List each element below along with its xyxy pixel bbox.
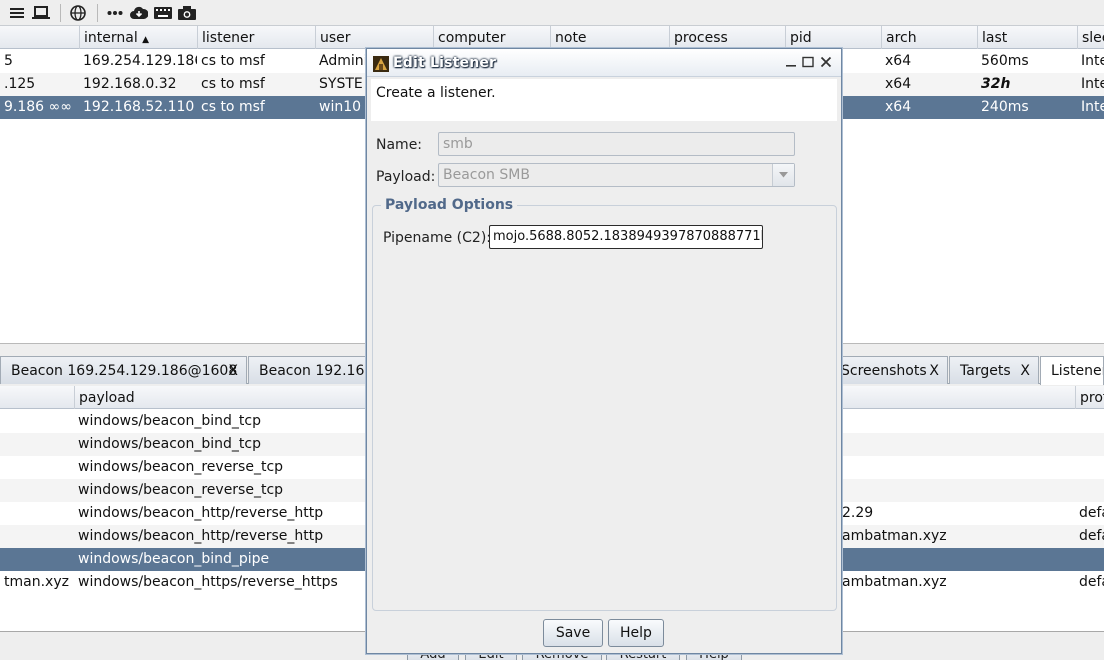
description-text: Create a listener. <box>376 85 496 101</box>
column-name[interactable] <box>0 386 74 409</box>
cell-last: 560ms <box>981 53 1029 69</box>
save-button[interactable]: Save <box>543 619 603 647</box>
column-listener[interactable]: listener <box>197 26 315 49</box>
cell-sleep: Inte <box>1081 99 1104 115</box>
column-sleep[interactable]: slee <box>1077 26 1104 49</box>
pipename-label: Pipename (C2): <box>383 230 492 246</box>
payload-select[interactable]: Beacon SMB <box>438 163 795 187</box>
dots-icon[interactable] <box>104 3 126 23</box>
globe-icon[interactable] <box>67 3 89 23</box>
column-process[interactable]: process <box>669 26 785 49</box>
help-button[interactable]: Help <box>608 619 664 647</box>
column-last[interactable]: last <box>977 26 1077 49</box>
cell-external: 9.186 ∞∞ <box>4 99 72 115</box>
beacon-table-header: internal ▲ listener user computer note p… <box>0 26 1104 49</box>
cell-sleep: Inte <box>1081 76 1104 92</box>
name-label: Name: <box>376 137 423 153</box>
tab-screenshots[interactable]: Screenshots X <box>830 356 948 384</box>
payload-label: Payload: <box>376 169 436 185</box>
toolbar <box>0 0 1104 26</box>
pipename-input[interactable]: mojo.5688.8052.1838949397870888771b <box>489 225 763 249</box>
column-internal[interactable]: internal ▲ <box>79 26 197 49</box>
cell-profile: defa <box>1079 505 1104 521</box>
close-icon[interactable]: X <box>1020 357 1030 384</box>
cell-last: 240ms <box>981 99 1029 115</box>
tab-label: Listeners <box>1051 363 1103 379</box>
cell-profile: defa <box>1079 528 1104 544</box>
column-note[interactable]: note <box>550 26 669 49</box>
cell-name: tman.xyz <box>4 574 69 590</box>
column-profile[interactable]: prof <box>1075 386 1104 409</box>
payload-options-group: Payload Options <box>372 197 837 611</box>
payload-options-title: Payload Options <box>381 197 518 213</box>
cell-profile: defa <box>1079 574 1104 590</box>
cell-internal: 192.168.52.110 <box>83 99 195 115</box>
column-external[interactable] <box>0 26 79 49</box>
chevron-down-icon[interactable] <box>772 164 794 186</box>
laptop-icon[interactable] <box>30 3 52 23</box>
cell-payload: windows/beacon_http/reverse_http <box>78 528 324 544</box>
tab-listeners[interactable]: Listeners <box>1040 356 1104 385</box>
cell-arch: x64 <box>885 99 912 115</box>
edit-listener-dialog: Edit Listener Create a listener. Name: s… <box>366 48 842 654</box>
cell-payload: windows/beacon_bind_tcp <box>78 436 261 452</box>
cell-payload: windows/beacon_http/reverse_http <box>78 505 324 521</box>
tab-label: Screenshots <box>841 363 927 379</box>
tab-beacon-192[interactable]: Beacon 192.168. <box>248 356 368 384</box>
cell-arch: x64 <box>885 76 912 92</box>
cell-host: 2.29 <box>842 505 874 521</box>
cell-payload: windows/beacon_reverse_tcp <box>78 459 284 475</box>
tab-label: Beacon 192.168. <box>259 363 368 379</box>
minimize-icon[interactable] <box>784 55 798 69</box>
cell-listener: cs to msf <box>201 53 265 69</box>
column-arch[interactable]: arch <box>881 26 977 49</box>
maximize-icon[interactable] <box>801 55 815 69</box>
cell-host: ambatman.xyz <box>842 574 947 590</box>
cell-payload: windows/beacon_reverse_tcp <box>78 482 284 498</box>
cell-listener: cs to msf <box>201 76 265 92</box>
cell-arch: x64 <box>885 53 912 69</box>
sort-ascending-icon: ▲ <box>142 35 150 45</box>
close-icon[interactable]: X <box>929 357 939 384</box>
cell-last: 32h <box>981 76 1011 92</box>
tab-label: Targets <box>960 363 1011 379</box>
toolbar-separator <box>97 3 98 22</box>
dialog-description: Create a listener. <box>371 79 837 121</box>
cloud-download-icon[interactable] <box>128 3 150 23</box>
tab-beacon-169[interactable]: Beacon 169.254.129.186@1608 X <box>0 356 247 384</box>
close-icon[interactable]: X <box>228 357 238 384</box>
cell-payload: windows/beacon_bind_tcp <box>78 413 261 429</box>
dialog-title: Edit Listener <box>393 55 497 71</box>
cell-sleep: Inte <box>1081 53 1104 69</box>
cell-host: ambatman.xyz <box>842 528 947 544</box>
cell-internal: 169.254.129.186 <box>83 53 197 69</box>
name-field[interactable]: smb <box>438 132 795 156</box>
cell-internal: 192.168.0.32 <box>83 76 177 92</box>
menu-icon[interactable] <box>6 3 28 23</box>
app-icon <box>373 56 389 72</box>
column-user[interactable]: user <box>315 26 433 49</box>
payload-selected-value: Beacon SMB <box>443 167 530 183</box>
tab-label: Beacon 169.254.129.186@1608 <box>11 363 238 379</box>
toolbar-separator <box>60 3 61 22</box>
cell-external: 5 <box>4 53 13 69</box>
column-host[interactable] <box>834 386 1075 409</box>
camera-icon[interactable] <box>176 3 198 23</box>
keyboard-icon[interactable] <box>152 3 174 23</box>
dialog-title-bar[interactable]: Edit Listener <box>367 49 841 77</box>
cell-payload: windows/beacon_bind_pipe <box>78 551 270 567</box>
cell-listener: cs to msf <box>201 99 265 115</box>
column-pid[interactable]: pid <box>785 26 881 49</box>
column-computer[interactable]: computer <box>433 26 550 49</box>
tab-targets[interactable]: Targets X <box>949 356 1039 384</box>
cell-payload: windows/beacon_https/reverse_https <box>78 574 338 590</box>
cell-external: .125 <box>4 76 36 92</box>
close-icon[interactable] <box>819 55 833 69</box>
